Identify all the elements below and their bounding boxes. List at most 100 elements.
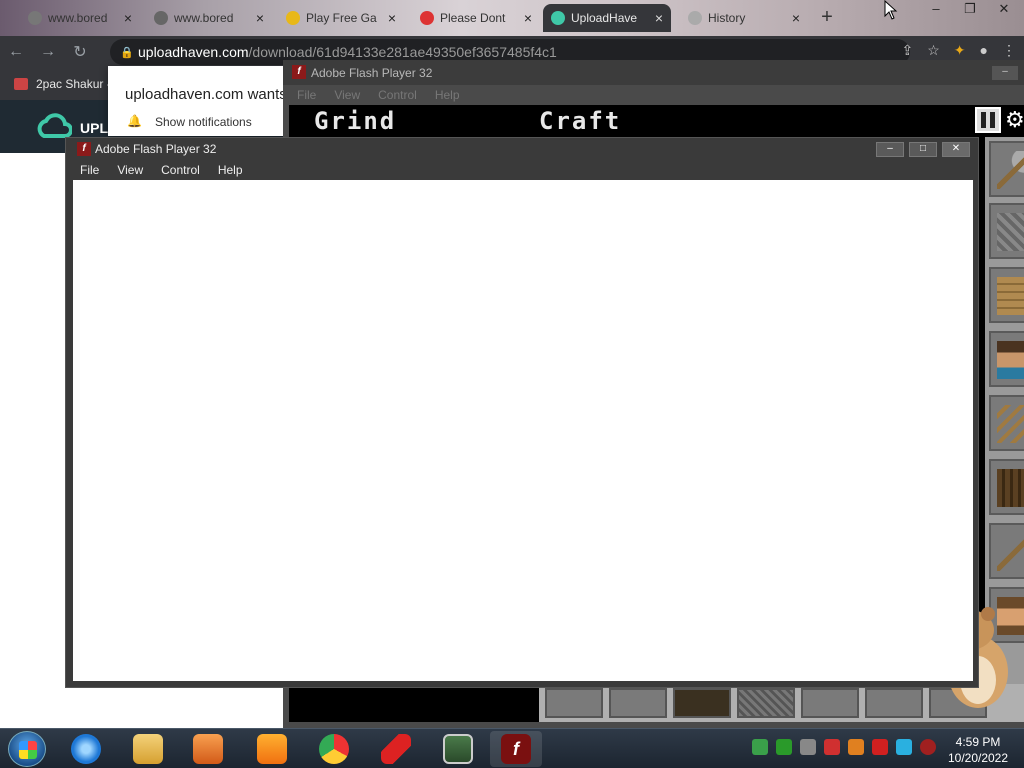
close-icon[interactable]: ×	[655, 10, 663, 26]
menu-control[interactable]: Control	[378, 88, 417, 102]
tray-search-icon[interactable]	[848, 739, 864, 755]
notification-prompt-text: uploadhaven.com wants	[125, 86, 287, 103]
hotbar-slot[interactable]	[737, 688, 795, 718]
taskbar-red-app[interactable]	[370, 731, 422, 767]
system-tray	[752, 739, 936, 755]
flash-logo-icon: f	[77, 142, 91, 156]
close-button[interactable]: ✕	[942, 142, 970, 157]
close-icon[interactable]: ✕	[992, 0, 1016, 18]
shovel-icon	[997, 151, 1024, 189]
hotbar-slot[interactable]	[673, 688, 731, 718]
gear-icon[interactable]: ⚙	[1005, 107, 1024, 133]
bookmark-favicon-icon	[14, 78, 28, 90]
tray-network-icon[interactable]	[752, 739, 768, 755]
clock-date[interactable]: 10/20/2022	[946, 751, 1010, 765]
clock-time[interactable]: 4:59 PM	[950, 735, 1006, 749]
flash-player-window-blank[interactable]: f Adobe Flash Player 32 – □ ✕ File View …	[65, 137, 979, 688]
forward-arrow-icon[interactable]: →	[32, 43, 64, 61]
minimize-icon[interactable]: –	[924, 0, 948, 18]
window-title: Adobe Flash Player 32	[95, 142, 217, 156]
favicon-icon	[154, 11, 168, 25]
hotbar-slot[interactable]	[865, 688, 923, 718]
site-name: UPL	[80, 120, 108, 136]
close-icon[interactable]: ×	[524, 10, 532, 26]
hotbar-slot[interactable]	[801, 688, 859, 718]
reload-icon[interactable]: ↻	[64, 42, 96, 62]
window-title-bar[interactable]: f Adobe Flash Player 32 – □ ✕	[66, 138, 978, 160]
taskbar-uc-browser[interactable]	[246, 731, 298, 767]
taskbar: f 4:59 PM 10/20/2022	[0, 728, 1024, 768]
tab-play-free-games[interactable]: Play Free Ga ×	[278, 4, 404, 32]
uc-browser-icon	[257, 734, 287, 764]
bookmark-item[interactable]: 2pac Shakur -	[36, 77, 111, 91]
new-tab-button[interactable]: +	[816, 6, 838, 29]
item-slot-planks[interactable]	[989, 267, 1024, 323]
tray-display-icon[interactable]	[896, 739, 912, 755]
item-slot-log[interactable]	[989, 459, 1024, 515]
hotbar-slot[interactable]	[545, 688, 603, 718]
profile-icon[interactable]: ●	[980, 42, 988, 59]
favicon-icon	[420, 11, 434, 25]
tool-icon	[997, 533, 1024, 571]
flash-stage[interactable]	[73, 180, 973, 681]
tab-uploadhaven[interactable]: UploadHave ×	[543, 4, 671, 32]
maximize-icon[interactable]: ❐	[958, 0, 982, 18]
item-slot-shovel[interactable]	[989, 141, 1024, 197]
flash-logo-icon: f	[292, 65, 306, 79]
window-title: Adobe Flash Player 32	[311, 65, 433, 80]
close-icon[interactable]: ×	[256, 10, 264, 26]
taskbar-chrome[interactable]	[308, 731, 360, 767]
star-icon[interactable]: ☆	[927, 42, 940, 59]
tab-bored-1[interactable]: www.bored ×	[20, 4, 140, 32]
favicon-icon	[28, 11, 42, 25]
internet-explorer-icon	[71, 734, 101, 764]
menu-file[interactable]: File	[80, 163, 99, 177]
tray-red-icon[interactable]	[824, 739, 840, 755]
item-slot-tool[interactable]	[989, 523, 1024, 579]
taskbar-file-explorer[interactable]	[122, 731, 174, 767]
tab-history[interactable]: History ×	[680, 4, 808, 32]
start-button[interactable]	[8, 731, 46, 767]
menu-view[interactable]: View	[117, 163, 143, 177]
folder-icon	[133, 734, 163, 764]
menu-help[interactable]: Help	[435, 88, 460, 102]
maximize-button[interactable]: □	[909, 142, 937, 157]
tab-please-dont[interactable]: Please Dont ×	[412, 4, 540, 32]
back-arrow-icon[interactable]: ←	[0, 43, 32, 61]
extensions-icon[interactable]: ✦	[954, 42, 966, 59]
minimize-button[interactable]: –	[876, 142, 904, 157]
volume-icon[interactable]	[920, 739, 936, 755]
close-icon[interactable]: ×	[124, 10, 132, 26]
favicon-icon	[286, 11, 300, 25]
taskbar-flash-player[interactable]: f	[490, 731, 542, 767]
craft-label: Craft	[539, 107, 622, 135]
menu-file[interactable]: File	[297, 88, 316, 102]
menu-control[interactable]: Control	[161, 163, 200, 177]
hotbar-slot[interactable]	[609, 688, 667, 718]
taskbar-internet-explorer[interactable]	[60, 731, 112, 767]
tab-title: Please Dont	[440, 11, 506, 25]
item-slot-character[interactable]	[989, 331, 1024, 387]
close-icon[interactable]: ×	[792, 10, 800, 26]
menu-icon[interactable]: ⋮	[1002, 42, 1016, 59]
pause-button[interactable]	[975, 107, 1001, 133]
menu-bar: File View Control Help	[283, 85, 1024, 105]
tray-green-icon[interactable]	[776, 739, 792, 755]
menu-help[interactable]: Help	[218, 163, 243, 177]
minimize-button[interactable]: –	[992, 66, 1018, 80]
tab-title: UploadHave	[571, 11, 638, 25]
tab-bored-2[interactable]: www.bored ×	[146, 4, 272, 32]
item-slot-cobblestone[interactable]	[989, 203, 1024, 259]
taskbar-monitor-app[interactable]	[432, 731, 484, 767]
item-slot-ladder[interactable]	[989, 395, 1024, 451]
cloud-icon	[551, 11, 565, 25]
menu-view[interactable]: View	[334, 88, 360, 102]
bell-icon: 🔔	[127, 114, 142, 128]
window-title-bar[interactable]: f Adobe Flash Player 32 –	[283, 60, 1024, 85]
flag-icon[interactable]	[872, 739, 888, 755]
monitor-icon	[443, 734, 473, 764]
close-icon[interactable]: ×	[388, 10, 396, 26]
tray-app-icon[interactable]	[800, 739, 816, 755]
taskbar-media-player[interactable]	[182, 731, 234, 767]
share-icon[interactable]: ⇪	[902, 42, 914, 59]
